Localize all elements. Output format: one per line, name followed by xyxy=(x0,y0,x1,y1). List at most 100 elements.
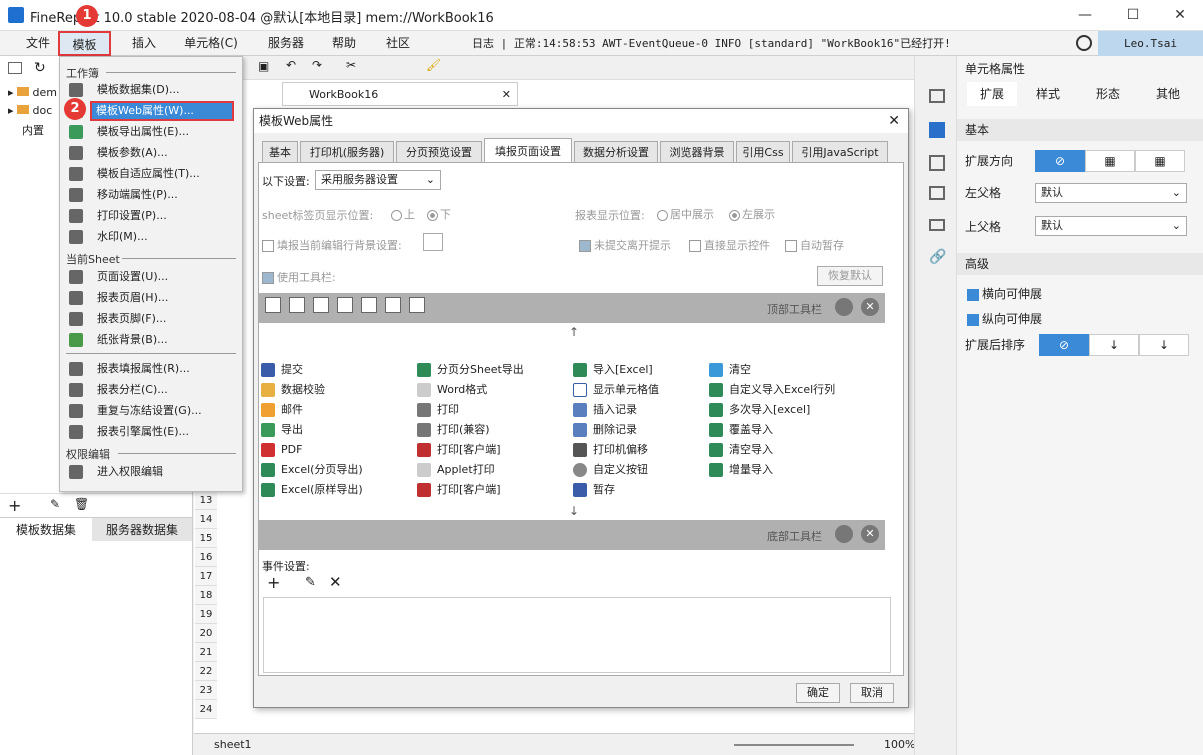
btn-insert-record[interactable]: 插入记录 xyxy=(571,400,637,420)
auto-save-checkbox[interactable]: 自动暂存 xyxy=(785,237,844,253)
menu-template[interactable]: 模板 xyxy=(58,31,111,56)
verify-icon[interactable] xyxy=(289,297,305,313)
menu-cell[interactable]: 单元格(C) xyxy=(176,31,246,56)
tab-template-dataset[interactable]: 模板数据集 xyxy=(0,517,92,541)
btn-word[interactable]: Word格式 xyxy=(415,380,487,400)
setting-select[interactable]: 采用服务器设置 ⌄ xyxy=(315,170,441,190)
btn-clear[interactable]: 清空 xyxy=(707,360,751,380)
save-icon[interactable]: ▣ xyxy=(258,59,269,73)
menu-print-settings[interactable]: 打印设置(P)... xyxy=(60,206,242,226)
tab-other[interactable]: 其他 xyxy=(1143,82,1193,106)
sort-desc-button[interactable]: ↓ xyxy=(1139,334,1189,356)
delete-icon[interactable]: ✕ xyxy=(861,298,879,316)
btn-pdf[interactable]: PDF xyxy=(259,440,302,460)
tab-page-preview[interactable]: 分页预览设置 xyxy=(396,141,482,163)
use-toolbar-checkbox[interactable]: 使用工具栏: xyxy=(262,269,336,285)
undo-icon[interactable]: ↶ xyxy=(286,58,296,72)
btn-show-cell-value[interactable]: 显示单元格值 xyxy=(571,380,659,400)
horizontal-expand-button[interactable]: ▦ xyxy=(1135,150,1185,172)
menu-report-fill-attr[interactable]: 报表填报属性(R)... xyxy=(60,359,242,379)
maximize-icon[interactable]: ☐ xyxy=(1118,5,1148,25)
no-sort-button[interactable]: ⊘ xyxy=(1039,334,1089,356)
btn-clear-import[interactable]: 清空导入 xyxy=(707,440,773,460)
v-expand-checkbox[interactable]: 纵向可伸展 xyxy=(967,310,1042,327)
row-header[interactable]: 14 xyxy=(195,510,217,529)
menu-adaptive-attr[interactable]: 模板自适应属性(T)... xyxy=(60,164,242,184)
user-name[interactable]: Leo.Tsai xyxy=(1098,31,1203,56)
sheet-pos-up-radio[interactable]: 上 xyxy=(391,206,415,222)
float-element-icon[interactable] xyxy=(929,155,945,171)
section-basic[interactable]: 基本 xyxy=(957,119,1203,141)
export-icon[interactable] xyxy=(337,297,353,313)
close-icon[interactable]: ✕ xyxy=(1165,5,1195,25)
btn-temp-save[interactable]: 暂存 xyxy=(571,480,615,500)
btn-multi-import[interactable]: 多次导入[excel] xyxy=(707,400,810,420)
arrow-up-icon[interactable]: ↑ xyxy=(569,325,579,339)
event-list[interactable] xyxy=(263,597,891,673)
menu-template-export-attr[interactable]: 模板导出属性(E)... xyxy=(60,122,242,142)
up-parent-select[interactable]: 默认 ⌄ xyxy=(1035,216,1187,236)
redo-icon[interactable]: ↷ xyxy=(312,58,322,72)
vertical-expand-button[interactable]: ▦ xyxy=(1085,150,1135,172)
unsubmit-checkbox[interactable]: 未提交离开提示 xyxy=(579,237,671,253)
btn-excel-original-export[interactable]: Excel(原样导出) xyxy=(259,480,363,500)
new-folder-icon[interactable] xyxy=(8,62,22,74)
widget-icon[interactable] xyxy=(929,122,945,138)
row-header[interactable]: 21 xyxy=(195,643,217,662)
btn-custom-button[interactable]: 自定义按钮 xyxy=(571,460,648,480)
btn-print-client[interactable]: 打印[客户端] xyxy=(415,440,501,460)
btn-printer-offset[interactable]: 打印机偏移 xyxy=(571,440,648,460)
btn-import-excel[interactable]: 导入[Excel] xyxy=(571,360,653,380)
blank-icon[interactable] xyxy=(409,297,425,313)
row-header[interactable]: 15 xyxy=(195,529,217,548)
menu-insert[interactable]: 插入 xyxy=(122,31,166,56)
btn-print[interactable]: 打印 xyxy=(415,400,459,420)
refresh-icon[interactable]: ↻ xyxy=(34,60,46,76)
row-header[interactable]: 13 xyxy=(195,491,217,510)
row-header[interactable]: 20 xyxy=(195,624,217,643)
add-icon[interactable]: + xyxy=(8,496,21,515)
menu-template-dataset[interactable]: 模板数据集(D)... xyxy=(60,80,242,100)
row-header[interactable]: 16 xyxy=(195,548,217,567)
tab-browser-background[interactable]: 浏览器背景 xyxy=(660,141,734,163)
tree-item[interactable]: ▸ doc xyxy=(8,104,52,117)
restore-default-button[interactable]: 恢复默认 xyxy=(817,266,883,286)
menu-paper-background[interactable]: 纸张背景(B)... xyxy=(60,330,242,350)
menu-server[interactable]: 服务器 xyxy=(260,31,312,56)
sheet-pos-down-radio[interactable]: 下 xyxy=(427,206,451,222)
tree-item[interactable]: 内置 xyxy=(22,122,44,138)
tab-expand[interactable]: 扩展 xyxy=(967,82,1017,106)
menu-file[interactable]: 文件 xyxy=(18,31,58,56)
fill-bg-checkbox[interactable]: 填报当前编辑行背景设置: xyxy=(262,237,402,253)
delete-event-icon[interactable]: ✕ xyxy=(329,573,342,591)
direct-show-checkbox[interactable]: 直接显示控件 xyxy=(689,237,770,253)
menu-page-setup[interactable]: 页面设置(U)... xyxy=(60,267,242,287)
report-pos-center-radio[interactable]: 居中展示 xyxy=(657,206,714,222)
report-pos-left-radio[interactable]: 左展示 xyxy=(729,206,775,222)
cancel-button[interactable]: 取消 xyxy=(850,683,894,703)
format-brush-icon[interactable]: 🖌 xyxy=(426,58,441,72)
btn-verify[interactable]: 数据校验 xyxy=(259,380,325,400)
zoom-slider[interactable] xyxy=(734,744,854,746)
menu-template-params[interactable]: 模板参数(A)... xyxy=(60,143,242,163)
hyperlink-icon[interactable]: 🔗 xyxy=(929,249,946,265)
add-event-icon[interactable]: + xyxy=(267,573,280,592)
menu-report-header[interactable]: 报表页眉(H)... xyxy=(60,288,242,308)
tab-css[interactable]: 引用Css xyxy=(736,141,790,163)
minimize-icon[interactable]: — xyxy=(1070,5,1100,25)
tab-style[interactable]: 样式 xyxy=(1023,82,1073,106)
ok-button[interactable]: 确定 xyxy=(796,683,840,703)
tab-server-dataset[interactable]: 服务器数据集 xyxy=(92,517,192,541)
btn-submit[interactable]: 提交 xyxy=(259,360,303,380)
sheet-tab[interactable]: sheet1 xyxy=(214,738,252,751)
fill-bg-button[interactable] xyxy=(423,233,443,251)
btn-delete-record[interactable]: 删除记录 xyxy=(571,420,637,440)
row-header[interactable]: 17 xyxy=(195,567,217,586)
workbook-tab[interactable]: WorkBook16 ✕ xyxy=(282,82,518,106)
condition-icon[interactable] xyxy=(929,186,945,200)
btn-sheet-export[interactable]: 分页分Sheet导出 xyxy=(415,360,524,380)
row-header[interactable]: 19 xyxy=(195,605,217,624)
menu-repeat-freeze[interactable]: 重复与冻结设置(G)... xyxy=(60,401,242,421)
btn-overwrite-import[interactable]: 覆盖导入 xyxy=(707,420,773,440)
btn-excel-page-export[interactable]: Excel(分页导出) xyxy=(259,460,363,480)
